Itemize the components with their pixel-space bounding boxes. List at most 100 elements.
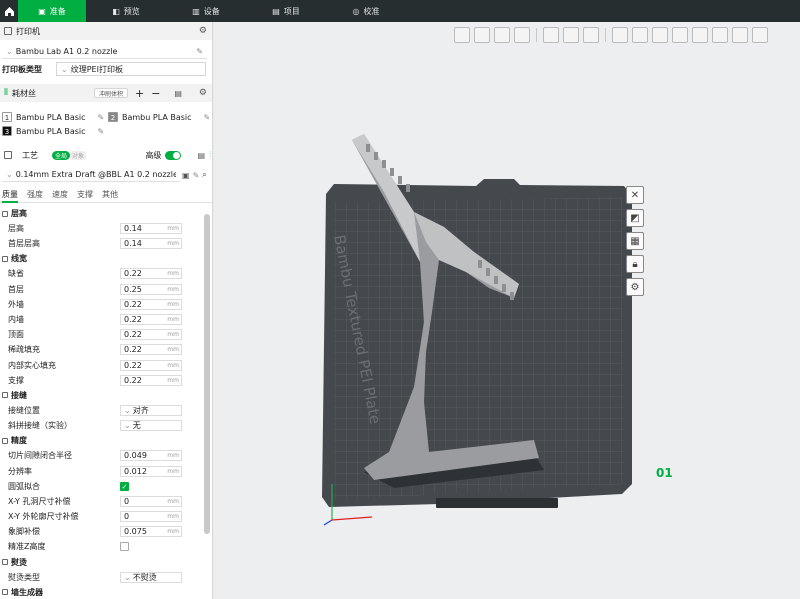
home-button[interactable]: [0, 0, 18, 22]
process-icon: [4, 151, 12, 159]
tab-label: 预览: [123, 6, 140, 16]
subtab-4[interactable]: 其他: [102, 188, 118, 203]
filament-slot[interactable]: 1 Bambu PLA Basic ✎: [2, 112, 106, 122]
3d-viewport[interactable]: Bambu Textured PEI Plate ✕ ◩ ▦ 🔒︎ ⚙ 01: [214, 22, 800, 599]
device-icon: ▥: [192, 6, 200, 16]
tab-label: 校准: [363, 6, 380, 16]
filament-icon: ⦀: [4, 88, 8, 98]
process-section-header: 工艺 全局 对象 高级 ▤ ⫶: [0, 146, 212, 164]
param-row: 外墙 0.22 mm: [0, 297, 204, 312]
param-input[interactable]: 0.22 mm: [120, 268, 182, 280]
param-row: 支撑 0.22 mm: [0, 373, 204, 388]
param-unit: mm: [167, 225, 179, 233]
scrollbar[interactable]: [204, 214, 210, 534]
param-input[interactable]: 0.075 mm: [120, 526, 182, 538]
param-label: 层高: [8, 224, 24, 234]
group-icon: [2, 392, 8, 399]
param-unit: mm: [167, 452, 179, 460]
param-unit: mm: [167, 300, 179, 308]
subtab-3[interactable]: 支撑: [77, 188, 93, 203]
param-input[interactable]: 0.14 mm: [120, 223, 182, 235]
param-row: 接缝位置 ⌄ 对齐: [0, 403, 204, 418]
param-checkbox[interactable]: ✓: [120, 481, 129, 491]
plate-type-select[interactable]: ⌄ 纹理PEI打印板: [56, 62, 206, 76]
auto-orient-icon[interactable]: ◩: [626, 209, 644, 227]
param-input[interactable]: 0.22 mm: [120, 344, 182, 356]
add-filament-icon[interactable]: +: [135, 87, 144, 100]
global-toggle[interactable]: 全局 对象: [52, 150, 87, 160]
home-icon: [4, 6, 14, 16]
process-preset-select[interactable]: ⌄ 0.14mm Extra Draft @BBL A1 0.2 nozzle: [2, 168, 180, 182]
arrange-plate-icon[interactable]: ▦: [626, 232, 644, 250]
tab-4[interactable]: ◎ 校准: [326, 0, 406, 22]
subtab-2[interactable]: 速度: [52, 188, 68, 203]
param-unit: mm: [167, 513, 179, 521]
param-input[interactable]: 0 mm: [120, 495, 182, 507]
advanced-toggle[interactable]: [165, 150, 182, 160]
tab-2[interactable]: ▥ 设备: [166, 0, 246, 22]
param-input[interactable]: 0.22 mm: [120, 314, 182, 326]
param-row: 首层层高 0.14 mm: [0, 236, 204, 251]
param-input[interactable]: 0 mm: [120, 511, 182, 523]
param-label: 分辨率: [8, 466, 32, 476]
subtab-0[interactable]: 质量: [2, 188, 18, 203]
param-input[interactable]: 0.14 mm: [120, 238, 182, 250]
lock-icon[interactable]: 🔒︎: [626, 255, 644, 273]
param-row: 层高 0.14 mm: [0, 221, 204, 236]
filament-color-chip[interactable]: 1: [2, 112, 12, 122]
edit-icon[interactable]: ✎: [193, 171, 200, 180]
remove-filament-icon[interactable]: −: [151, 87, 160, 100]
tab-0[interactable]: ▣ 准备: [18, 0, 86, 22]
param-checkbox[interactable]: [120, 542, 129, 552]
filament-slot[interactable]: 3 Bambu PLA Basic ✎: [2, 126, 106, 136]
sync-icon[interactable]: ▤: [174, 89, 182, 98]
param-label: 首层层高: [8, 239, 40, 249]
chevron-down-icon: ⌄: [124, 421, 131, 431]
plate-settings-icon[interactable]: ⚙: [626, 278, 644, 296]
group-icon: [2, 210, 8, 217]
param-value: 0.012: [124, 466, 147, 476]
param-label: X-Y 孔洞尺寸补偿: [8, 496, 71, 506]
param-input[interactable]: 0.22 mm: [120, 374, 182, 386]
param-group-label: 接缝: [11, 390, 27, 400]
compare-icon[interactable]: ▤: [197, 151, 205, 160]
tune-icon[interactable]: ⫶: [209, 150, 211, 160]
search-icon[interactable]: ⌕: [202, 170, 206, 180]
param-select[interactable]: ⌄ 不熨烫: [120, 571, 182, 583]
edit-icon[interactable]: ✎: [98, 127, 105, 136]
param-input[interactable]: 0.22 mm: [120, 298, 182, 310]
param-value: 0.22: [124, 330, 142, 340]
param-value: 0.22: [124, 315, 142, 325]
param-input[interactable]: 0.049 mm: [120, 450, 182, 462]
param-select[interactable]: ⌄ 无: [120, 420, 182, 432]
save-preset-icon[interactable]: ▣: [182, 171, 190, 180]
filament-slot[interactable]: 2 Bambu PLA Basic ✎: [108, 112, 212, 122]
edit-icon[interactable]: ✎: [196, 47, 203, 56]
printer-preset-select[interactable]: ⌄ Bambu Lab A1 0.2 nozzle ✎: [2, 45, 207, 59]
subtab-1[interactable]: 强度: [27, 188, 43, 203]
build-plate-scene: Bambu Textured PEI Plate: [322, 134, 632, 526]
chevron-down-icon: ⌄: [124, 572, 131, 582]
param-group: 接缝: [0, 388, 204, 403]
close-icon[interactable]: ✕: [626, 186, 644, 204]
tab-1[interactable]: ◧ 预览: [86, 0, 166, 22]
param-label: 圆弧拟合: [8, 481, 40, 491]
param-input[interactable]: 0.22 mm: [120, 329, 182, 341]
filament-color-chip[interactable]: 3: [2, 126, 12, 136]
filament-color-chip[interactable]: 2: [108, 112, 118, 122]
param-input[interactable]: 0.012 mm: [120, 465, 182, 477]
printer-settings-icon[interactable]: ⚙: [199, 26, 207, 36]
edit-icon[interactable]: ✎: [98, 113, 105, 122]
param-input[interactable]: 0.22 mm: [120, 359, 182, 371]
filament-settings-icon[interactable]: ⚙: [199, 88, 207, 98]
param-label: X-Y 外轮廓尺寸补偿: [8, 512, 79, 522]
tab-3[interactable]: ▤ 项目: [246, 0, 326, 22]
chevron-down-icon: ⌄: [6, 47, 13, 56]
global-label: 全局: [52, 150, 71, 160]
param-row: X-Y 外轮廓尺寸补偿 0 mm: [0, 509, 204, 524]
param-select[interactable]: ⌄ 对齐: [120, 404, 182, 416]
edit-icon[interactable]: ✎: [204, 113, 211, 122]
flush-volume-button[interactable]: 冲刷体积: [93, 88, 128, 98]
param-row: X-Y 孔洞尺寸补偿 0 mm: [0, 494, 204, 509]
param-input[interactable]: 0.25 mm: [120, 283, 182, 295]
